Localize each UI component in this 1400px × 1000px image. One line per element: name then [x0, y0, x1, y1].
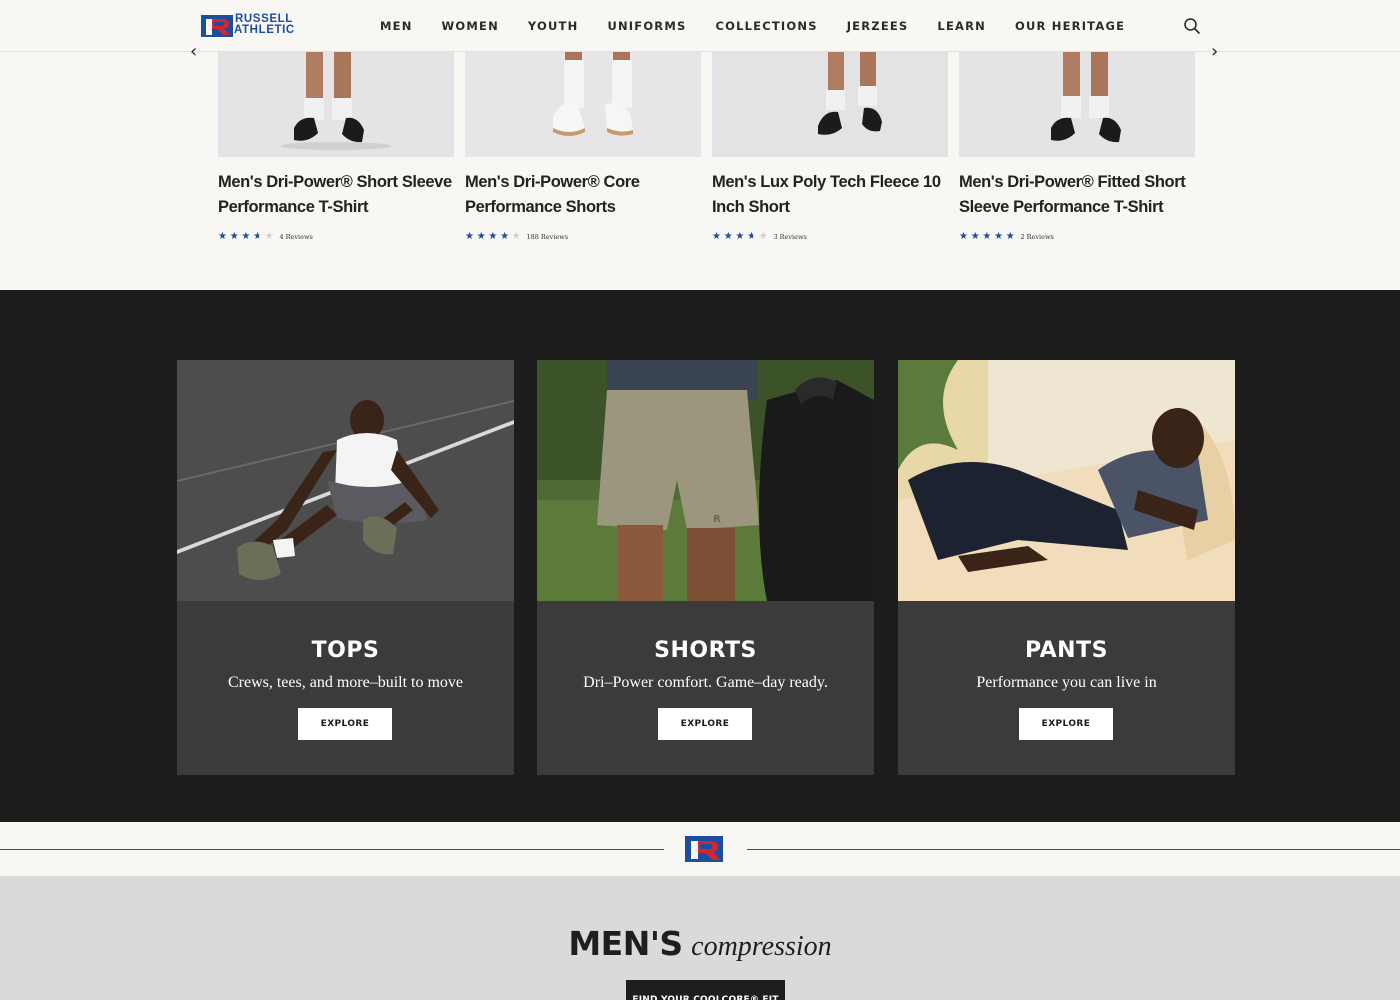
- category-title: PANTS: [1025, 638, 1108, 663]
- russell-athletic-logo[interactable]: RUSSELL ATHLETIC: [201, 13, 319, 38]
- compression-heading: MEN'S compression: [0, 924, 1400, 963]
- divider-line-left: [0, 849, 664, 850]
- search-icon[interactable]: [1182, 16, 1202, 36]
- star-icon: ★: [970, 231, 980, 242]
- find-coolcore-fit-button[interactable]: FIND YOUR COOLCORE® FIT: [626, 980, 785, 1000]
- star-icon: ★: [488, 231, 498, 242]
- star-icon: ★: [500, 231, 510, 242]
- pants-photo: [898, 360, 1235, 601]
- category-card-tops[interactable]: TOPS Crews, tees, and more–built to move…: [177, 360, 514, 775]
- product-name[interactable]: Men's Dri-Power® Fitted Short Sleeve Per…: [959, 170, 1195, 220]
- svg-text:R: R: [713, 514, 721, 525]
- site-header: RUSSELL ATHLETIC MEN WOMEN YOUTH UNIFORM…: [0, 0, 1400, 52]
- star-empty-icon: ★: [758, 231, 768, 242]
- chevron-left-icon[interactable]: ‹: [190, 43, 204, 61]
- compression-heading-strong: MEN'S: [568, 924, 683, 963]
- compression-section: MEN'S compression FIND YOUR COOLCORE® FI…: [0, 876, 1400, 1000]
- category-subtitle: Performance you can live in: [976, 674, 1157, 691]
- star-icon: ★: [959, 231, 968, 242]
- category-image[interactable]: [177, 360, 514, 601]
- category-image[interactable]: R: [537, 360, 874, 601]
- nav-women[interactable]: WOMEN: [442, 19, 499, 33]
- star-empty-icon: ★: [511, 231, 521, 242]
- product-rating: ★ ★ ★ ★ ★ 188 Reviews: [465, 231, 568, 243]
- star-icon: ★: [1005, 231, 1015, 242]
- review-count[interactable]: 3 Reviews: [773, 233, 806, 241]
- star-icon: ★: [723, 231, 733, 242]
- category-subtitle: Dri–Power comfort. Game–day ready.: [583, 674, 828, 691]
- star-icon: ★: [735, 231, 745, 242]
- star-icon: ★: [229, 231, 239, 242]
- star-icon: ★: [712, 231, 721, 242]
- category-card-pants[interactable]: PANTS Performance you can live in EXPLOR…: [898, 360, 1235, 775]
- star-icon: ★: [982, 231, 992, 242]
- product-name[interactable]: Men's Dri-Power® Core Performance Shorts: [465, 170, 701, 220]
- star-icon: ★: [465, 231, 474, 242]
- category-card-shorts[interactable]: R SHORTS Dri–Power comfort. Game–day rea…: [537, 360, 874, 775]
- nav-jerzees[interactable]: JERZEES: [847, 19, 909, 33]
- r-logo-icon: [685, 836, 723, 862]
- explore-tops-button[interactable]: EXPLORE: [298, 708, 392, 740]
- review-count[interactable]: 2 Reviews: [1020, 233, 1053, 241]
- star-empty-icon: ★: [264, 231, 274, 242]
- product-rating: ★ ★ ★ ★ ★ 2 Reviews: [959, 231, 1054, 243]
- star-icon: ★: [241, 231, 251, 242]
- product-name[interactable]: Men's Dri-Power® Short Sleeve Performanc…: [218, 170, 454, 220]
- shorts-photo: R: [537, 360, 874, 601]
- logo-r-mark: [201, 15, 233, 37]
- divider-line-right: [747, 849, 1400, 850]
- category-image[interactable]: [898, 360, 1235, 601]
- category-title: TOPS: [311, 638, 380, 663]
- tops-photo: [177, 360, 514, 601]
- star-icon: ★: [476, 231, 486, 242]
- logo-text-line2: ATHLETIC: [234, 24, 295, 36]
- review-count[interactable]: 188 Reviews: [526, 233, 568, 241]
- category-section: TOPS Crews, tees, and more–built to move…: [0, 290, 1400, 822]
- nav-men[interactable]: MEN: [380, 19, 413, 33]
- nav-youth[interactable]: YOUTH: [528, 19, 579, 33]
- explore-shorts-button[interactable]: EXPLORE: [658, 708, 752, 740]
- star-icon: ★: [994, 231, 1004, 242]
- explore-pants-button[interactable]: EXPLORE: [1019, 708, 1113, 740]
- product-rating: ★ ★ ★ ★ ★ 4 Reviews: [218, 231, 313, 243]
- review-count[interactable]: 4 Reviews: [279, 233, 312, 241]
- nav-learn[interactable]: LEARN: [937, 19, 986, 33]
- chevron-right-icon[interactable]: ›: [1211, 43, 1225, 61]
- category-title: SHORTS: [654, 638, 757, 663]
- star-half-icon: ★: [253, 231, 265, 243]
- star-icon: ★: [218, 231, 227, 242]
- product-name[interactable]: Men's Lux Poly Tech Fleece 10 Inch Short: [712, 170, 948, 220]
- star-half-icon: ★: [747, 231, 759, 243]
- main-nav: MEN WOMEN YOUTH UNIFORMS COLLECTIONS JER…: [380, 19, 1154, 33]
- category-subtitle: Crews, tees, and more–built to move: [227, 674, 464, 691]
- product-rating: ★ ★ ★ ★ ★ 3 Reviews: [712, 231, 807, 243]
- brand-divider: [0, 822, 1400, 876]
- nav-our-heritage[interactable]: OUR HERITAGE: [1015, 19, 1125, 33]
- nav-uniforms[interactable]: UNIFORMS: [607, 19, 686, 33]
- nav-collections[interactable]: COLLECTIONS: [716, 19, 818, 33]
- compression-heading-italic: compression: [691, 931, 832, 962]
